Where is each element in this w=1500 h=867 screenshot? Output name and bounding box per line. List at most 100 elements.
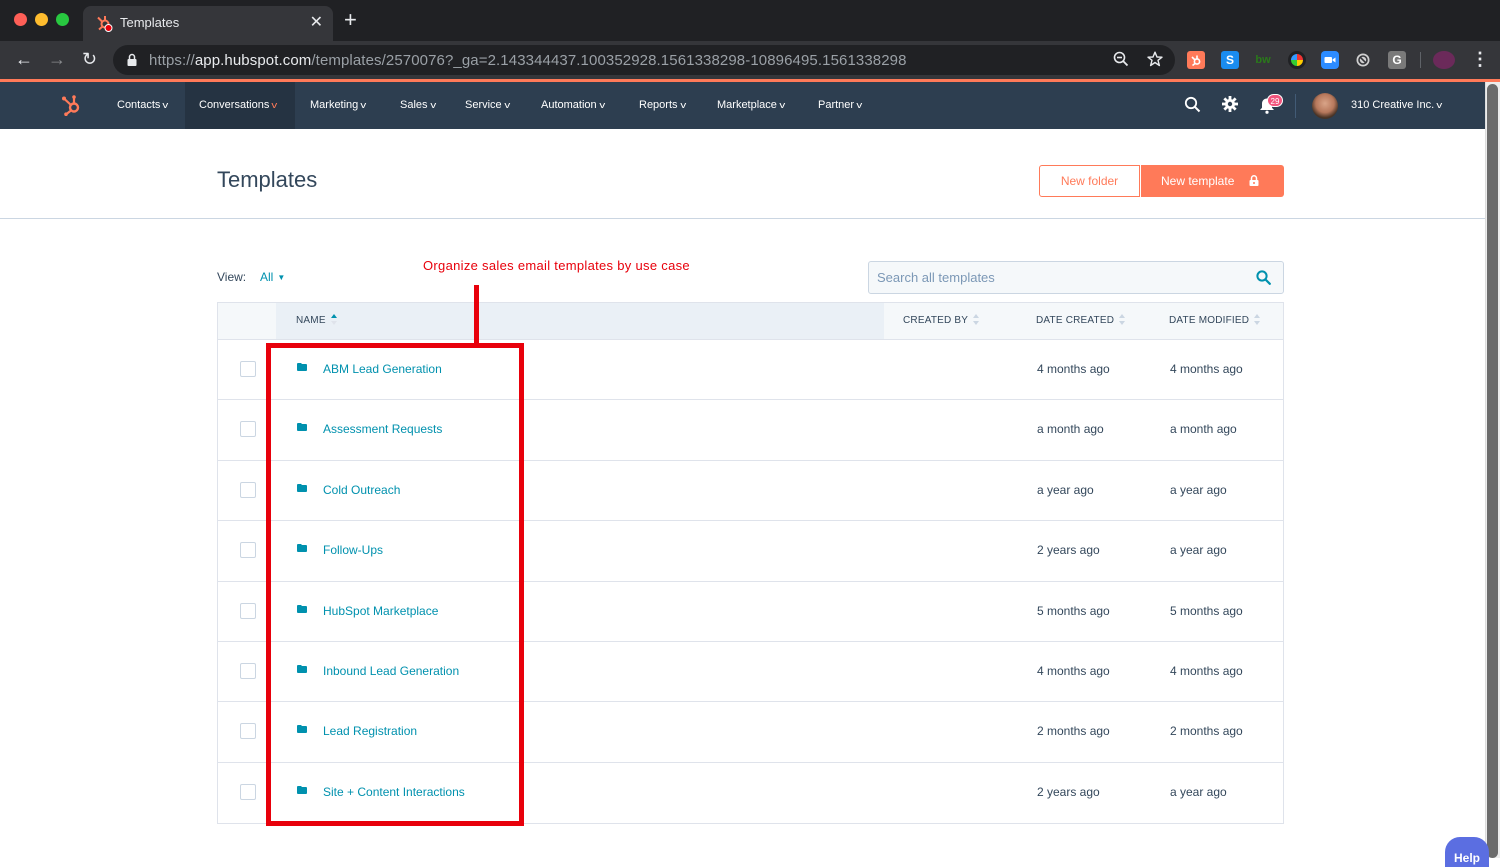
lock-icon [127, 53, 137, 66]
back-button[interactable]: ← [15, 49, 33, 69]
column-header-label: DATE CREATED [1036, 315, 1115, 326]
row-checkbox[interactable] [240, 602, 256, 619]
chevron-down-icon: v [779, 100, 786, 110]
chevron-down-icon: v [360, 100, 367, 110]
row-checkbox[interactable] [240, 481, 256, 498]
nav-item-service[interactable]: Service v [451, 82, 523, 129]
new-template-button[interactable]: New template [1141, 165, 1284, 197]
row-checkbox[interactable] [240, 723, 256, 740]
select-all-column [218, 303, 276, 339]
search-icon[interactable] [1184, 96, 1201, 113]
hubspot-favicon-icon [97, 16, 113, 32]
date-modified-cell: 2 months ago [1170, 724, 1243, 739]
column-header-name[interactable]: NAME [296, 303, 338, 339]
row-checkbox[interactable] [240, 662, 256, 679]
user-avatar[interactable] [1312, 93, 1338, 119]
notification-count-badge: 29 [1267, 94, 1283, 107]
nav-item-sales[interactable]: Sales v [386, 82, 449, 129]
name-column-highlight [276, 303, 884, 339]
nav-item-marketplace[interactable]: Marketplace v [703, 82, 798, 129]
zoom-out-icon[interactable] [1113, 51, 1129, 67]
nav-item-label: Service [465, 99, 502, 111]
nav-item-label: Contacts [117, 99, 161, 111]
nav-item-label: Partner [818, 99, 855, 111]
browser-toolbar: ← → ↻ https://app.hubspot.com/templates/… [0, 41, 1500, 79]
hubspot-logo-icon[interactable] [60, 93, 84, 117]
date-created-cell: 5 months ago [1037, 603, 1110, 618]
search-icon[interactable] [1256, 270, 1271, 285]
minimize-window-button[interactable] [35, 13, 48, 26]
url-path: /templates/2570076?_ga=2.143344437.10035… [311, 52, 907, 69]
maximize-window-button[interactable] [56, 13, 69, 26]
row-checkbox[interactable] [240, 783, 256, 800]
color-picker-extension-icon[interactable] [1288, 51, 1306, 69]
date-created-cell: 2 years ago [1037, 543, 1100, 558]
date-created-cell: a month ago [1037, 422, 1104, 437]
chevron-down-icon: v [679, 100, 686, 110]
column-header-date-created[interactable]: DATE CREATED [1036, 303, 1126, 339]
chevron-down-icon: v [598, 100, 605, 110]
nav-item-partner[interactable]: Partner v [804, 82, 876, 129]
zoom-extension-icon[interactable] [1321, 51, 1339, 69]
view-filter-value: All [260, 270, 274, 284]
nav-item-contacts[interactable]: Contacts v [103, 82, 182, 129]
bookmark-star-icon[interactable] [1147, 51, 1163, 67]
browser-tab[interactable]: Templates ✕ [83, 6, 333, 41]
toolbar-divider [1420, 52, 1421, 68]
address-bar[interactable]: https://app.hubspot.com/templates/257007… [113, 45, 1175, 75]
block-extension-icon[interactable] [1354, 51, 1372, 69]
help-widget-button[interactable]: Help [1445, 837, 1489, 867]
nav-item-label: Automation [541, 99, 597, 111]
browser-menu-icon[interactable]: ⋮ [1471, 49, 1489, 69]
nav-item-conversations[interactable]: Conversations v [185, 82, 295, 129]
g-extension-icon[interactable]: G [1388, 51, 1406, 69]
search-templates-input[interactable] [877, 262, 1247, 293]
column-header-label: CREATED BY [903, 315, 969, 326]
search-templates-box [868, 261, 1284, 294]
annotation-connector-line [474, 285, 479, 345]
view-label: View: [217, 270, 247, 284]
nav-item-label: Conversations [199, 99, 270, 111]
column-header-label: NAME [296, 315, 326, 326]
reload-button[interactable]: ↻ [82, 49, 97, 69]
hubspot-extension-icon[interactable] [1187, 51, 1205, 69]
date-created-cell: 4 months ago [1037, 663, 1110, 678]
new-tab-button[interactable]: + [344, 9, 357, 31]
annotation-highlight-box [266, 343, 524, 826]
account-menu[interactable]: 310 Creative Inc. v [1351, 99, 1442, 111]
column-header-label: DATE MODIFIED [1169, 315, 1250, 326]
bw-extension-icon[interactable]: bw [1254, 51, 1272, 69]
sort-icon [1254, 314, 1261, 326]
date-modified-cell: 4 months ago [1170, 663, 1243, 678]
table-header: NAME CREATED BY DATE CREATED DATE MODIFI… [218, 303, 1283, 340]
page-title: Templates [217, 167, 318, 192]
chevron-down-icon: v [429, 100, 436, 110]
gear-icon[interactable] [1222, 96, 1238, 112]
nav-item-label: Reports [639, 99, 678, 111]
row-checkbox[interactable] [240, 542, 256, 559]
tab-close-icon[interactable]: ✕ [310, 12, 323, 32]
profile-extension-icon[interactable] [1433, 51, 1455, 69]
url-host: app.hubspot.com [194, 52, 312, 69]
sort-icon [1119, 314, 1126, 326]
nav-item-reports[interactable]: Reports v [625, 82, 699, 129]
nav-item-automation[interactable]: Automation v [527, 82, 618, 129]
close-window-button[interactable] [14, 13, 27, 26]
row-checkbox[interactable] [240, 361, 256, 377]
hubspot-top-nav: Contacts v Conversations v Marketing v Sale… [0, 82, 1485, 129]
caret-down-icon: ▼ [277, 273, 286, 282]
page-scrollbar-thumb[interactable] [1487, 84, 1498, 858]
forward-button[interactable]: → [48, 49, 66, 69]
date-modified-cell: a year ago [1170, 784, 1227, 799]
nav-item-marketing[interactable]: Marketing v [296, 82, 380, 129]
s-extension-icon[interactable]: S [1221, 51, 1239, 69]
date-created-cell: 2 years ago [1037, 784, 1100, 799]
column-header-created-by[interactable]: CREATED BY [903, 303, 980, 339]
row-checkbox[interactable] [240, 421, 256, 438]
chevron-down-icon: v [162, 100, 169, 110]
chevron-down-icon: v [856, 100, 863, 110]
url-text: https://app.hubspot.com/templates/257007… [149, 52, 907, 69]
new-folder-button[interactable]: New folder [1039, 165, 1140, 197]
view-filter-dropdown[interactable]: All ▼ [260, 270, 285, 284]
column-header-date-modified[interactable]: DATE MODIFIED [1169, 303, 1261, 339]
